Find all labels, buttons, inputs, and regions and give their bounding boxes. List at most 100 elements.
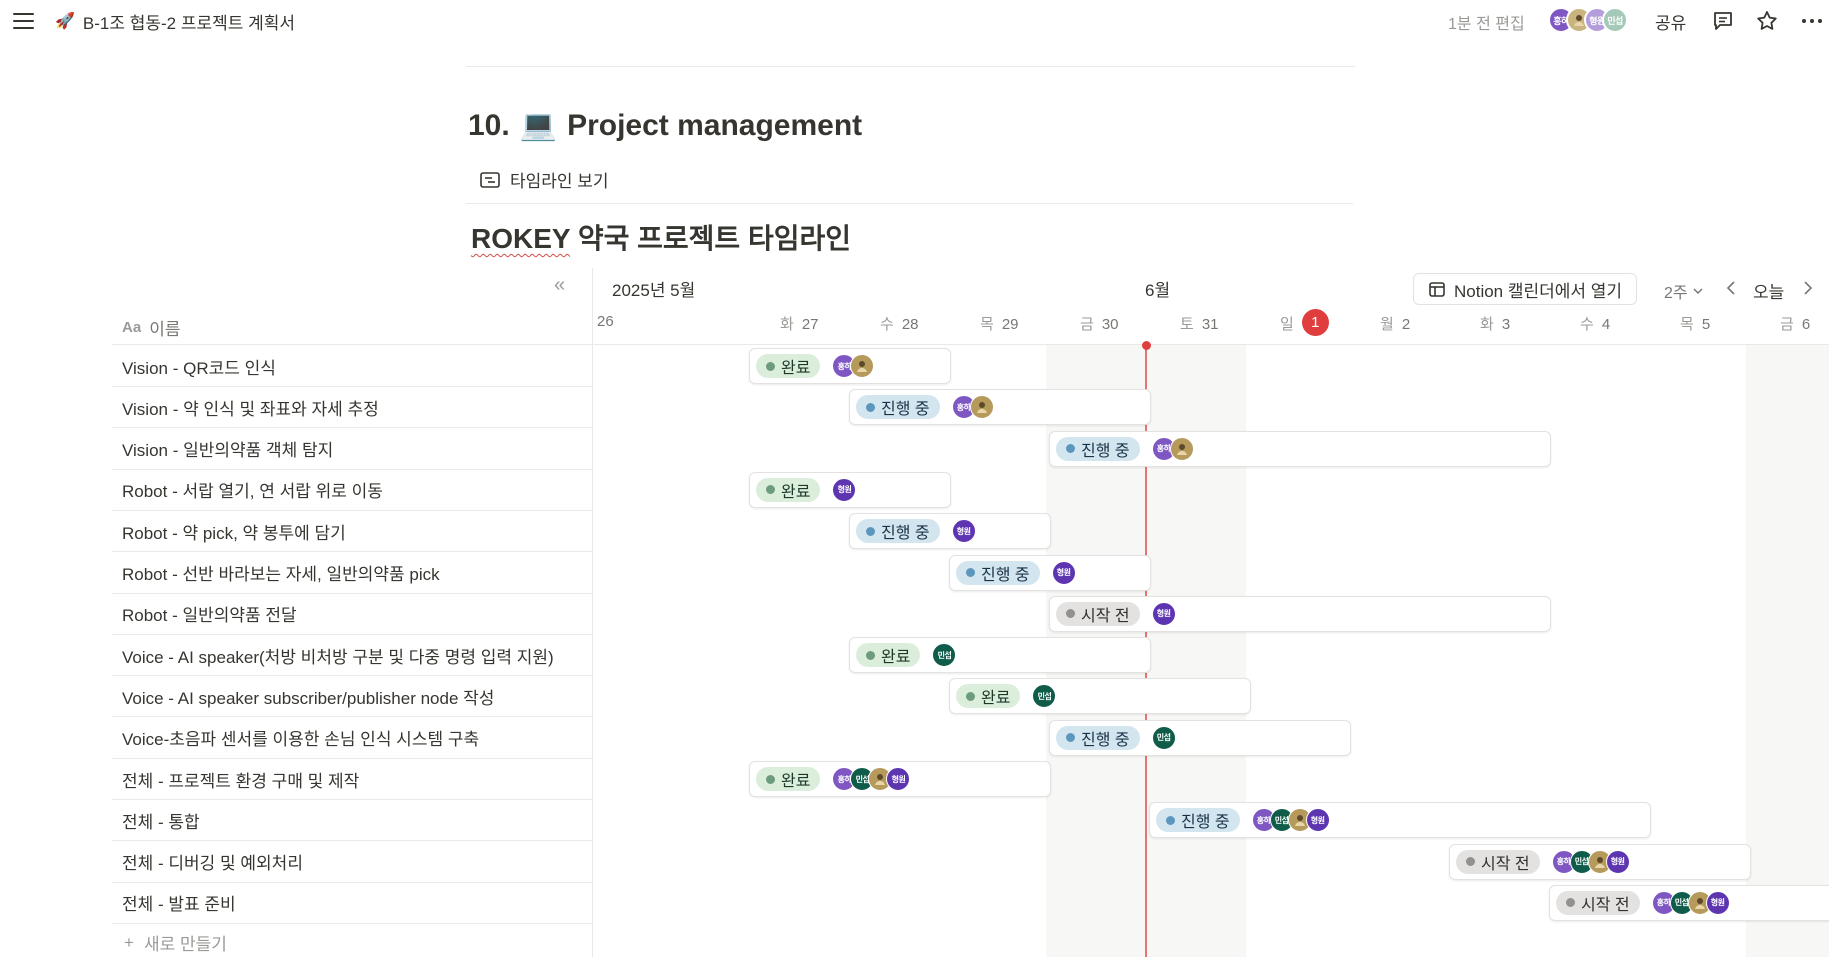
status-badge: 진행 중 — [1156, 808, 1240, 833]
weekday-label: 금 — [1780, 316, 1794, 333]
date-number: 31 — [1201, 316, 1219, 333]
weekday-label: 일 — [1280, 316, 1294, 333]
plus-icon: + — [124, 932, 134, 952]
name-column-header[interactable]: Aa 이름 — [122, 315, 180, 340]
timeline-card[interactable]: 완료 민섭 — [849, 637, 1151, 674]
last-edited-text: 1분 전 편집 — [1448, 16, 1525, 33]
day-label: 26 — [597, 313, 614, 330]
status-badge: 진행 중 — [856, 519, 940, 544]
database-title-text: 약국 프로젝트 타임라인 — [570, 223, 852, 254]
table-row[interactable]: Vision - 약 인식 및 좌표와 자세 추정 — [112, 387, 592, 429]
timeline-card[interactable]: 완료 홍하 — [749, 348, 951, 384]
status-badge: 완료 — [856, 643, 921, 668]
breadcrumb[interactable]: 🚀 B-1조 협동-2 프로젝트 계획서 — [55, 9, 295, 33]
status-dot — [1466, 857, 1475, 867]
table-row[interactable]: 전체 - 통합 — [112, 800, 592, 842]
status-badge: 진행 중 — [956, 560, 1040, 585]
timeline-card[interactable]: 완료 형원 — [749, 471, 951, 508]
timeline-card[interactable]: 완료 민섭 — [949, 678, 1251, 715]
avatar: 형원 — [1605, 849, 1630, 874]
status-label: 완료 — [781, 773, 811, 790]
status-dot — [1066, 444, 1075, 454]
comment-icon[interactable] — [1711, 9, 1735, 33]
timeline-card[interactable]: 시작 전 홍하 민섭 형원 — [1449, 843, 1751, 880]
table-row[interactable]: Vision - 일반의약품 객체 탐지 — [112, 429, 592, 470]
table-row[interactable]: Robot - 약 pick, 약 봉투에 담기 — [112, 511, 592, 553]
page-title-crumb: B-1조 협동-2 프로젝트 계획서 — [82, 13, 296, 33]
top-bar: 🚀 B-1조 협동-2 프로젝트 계획서 1분 전 편집 홍하 형원 민섭 공유 — [0, 0, 1829, 45]
weekday-label: 수 — [1580, 316, 1594, 333]
assignee-avatars: 홍하 민섭 형원 — [832, 767, 911, 791]
day-label: 목 29 — [980, 313, 1019, 334]
status-dot — [1566, 898, 1575, 908]
timeline-grid[interactable]: 2025년 5월 6월 26 화 27 수 28 목 29 금 30 토 31 일 1 월 2 화 3 수 4 목 5 금… — [593, 268, 1829, 957]
timeline-card[interactable]: 진행 중 홍하 민섭 형원 — [1149, 802, 1651, 839]
day-label: 화3 — [1480, 313, 1510, 334]
timeline-view-tab[interactable]: 타임라인 보기 — [480, 167, 609, 192]
more-icon[interactable] — [1800, 9, 1824, 33]
today-marker — [1142, 341, 1151, 350]
timeline-card[interactable]: 시작 전 홍하 민섭 형원 — [1549, 884, 1829, 921]
timeline-card[interactable]: 시작 전 형원 — [1049, 595, 1551, 632]
assignee-avatars: 홍하 민섭 형원 — [1651, 890, 1730, 915]
task-name: Voice - AI speaker(처방 비처방 구분 및 다중 명령 입력 … — [122, 647, 554, 667]
table-row[interactable]: 전체 - 프로젝트 환경 구매 및 제작 — [112, 759, 592, 800]
avatar: 형원 — [951, 519, 976, 544]
table-row[interactable]: Robot - 선반 바라보는 자세, 일반의약품 pick — [112, 553, 592, 594]
collaborator-avatars[interactable]: 홍하 형원 민섭 — [1548, 7, 1628, 33]
table-row[interactable]: Voice-초음파 센서를 이용한 손님 인식 시스템 구축 — [112, 718, 592, 759]
status-label: 진행 중 — [881, 401, 930, 419]
assignee-avatars: 홍하 — [951, 395, 994, 420]
day-label: 일1 — [1280, 308, 1329, 336]
timeline-card[interactable]: 완료 홍하 민섭 형원 — [749, 761, 1051, 797]
table-row[interactable]: Voice - AI speaker(처방 비처방 구분 및 다중 명령 입력 … — [112, 635, 592, 677]
weekday-label: 토 — [1180, 316, 1194, 333]
date-number: 2 — [1401, 316, 1411, 333]
month-label-may: 2025년 5월 — [612, 281, 696, 300]
assignee-avatars: 홍하 — [832, 354, 875, 378]
day-label: 월2 — [1380, 313, 1410, 334]
avatar: 형원 — [1705, 890, 1730, 915]
task-name: Vision - 약 인식 및 좌표와 자세 추정 — [122, 399, 379, 419]
star-icon[interactable] — [1755, 9, 1779, 33]
status-badge: 완료 — [956, 684, 1021, 709]
table-row[interactable]: 전체 - 디버깅 및 예외처리 — [112, 842, 592, 883]
task-name: Robot - 선반 바라보는 자세, 일반의약품 pick — [122, 565, 440, 584]
timeline-card[interactable]: 진행 중 홍하 — [1049, 430, 1551, 467]
table-row[interactable]: Voice - AI speaker subscriber/publisher … — [112, 676, 592, 718]
status-label: 진행 중 — [981, 566, 1030, 584]
status-badge: 완료 — [756, 354, 821, 378]
timeline-card[interactable]: 진행 중 홍하 — [849, 389, 1151, 426]
title-property-icon: Aa — [122, 319, 142, 336]
day-label: 금6 — [1780, 313, 1810, 334]
status-label: 완료 — [881, 649, 911, 667]
status-dot — [1066, 733, 1075, 743]
avatar: 형원 — [832, 477, 857, 502]
timeline-card[interactable]: 진행 중 형원 — [849, 513, 1051, 550]
timeline-card[interactable]: 진행 중 형원 — [949, 554, 1151, 591]
task-name: Voice - AI speaker subscriber/publisher … — [122, 688, 495, 708]
task-name: Robot - 서랍 열기, 연 서랍 위로 이동 — [122, 482, 383, 502]
timeline-card[interactable]: 진행 중 민섭 — [1049, 719, 1351, 756]
status-dot — [766, 774, 775, 784]
table-row[interactable]: Robot - 서랍 열기, 연 서랍 위로 이동 — [112, 470, 592, 511]
task-name: Vision - 일반의약품 객체 탐지 — [122, 441, 334, 461]
section-title: Project management — [567, 108, 863, 142]
status-label: 진행 중 — [881, 525, 930, 543]
new-item-button[interactable]: + 새로 만들기 — [124, 930, 227, 955]
share-button[interactable]: 공유 — [1655, 9, 1686, 34]
database-title[interactable]: ROKEY 약국 프로젝트 타임라인 — [471, 217, 851, 257]
collapse-table-icon[interactable]: « — [554, 274, 565, 297]
status-label: 진행 중 — [1181, 814, 1230, 832]
menu-icon[interactable] — [12, 9, 36, 33]
status-badge: 시작 전 — [1456, 849, 1540, 874]
table-row[interactable]: Vision - QR코드 인식 — [112, 346, 592, 387]
day-label: 목5 — [1680, 313, 1710, 334]
divider — [466, 66, 1355, 67]
section-heading: 10. 💻 Project management — [468, 108, 862, 143]
table-row[interactable]: Robot - 일반의약품 전달 — [112, 594, 592, 635]
table-row[interactable]: 전체 - 발표 준비 — [112, 883, 592, 924]
status-label: 완료 — [781, 360, 811, 377]
assignee-avatars: 홍하 — [1151, 436, 1194, 461]
weekday-label: 수 — [880, 316, 894, 333]
